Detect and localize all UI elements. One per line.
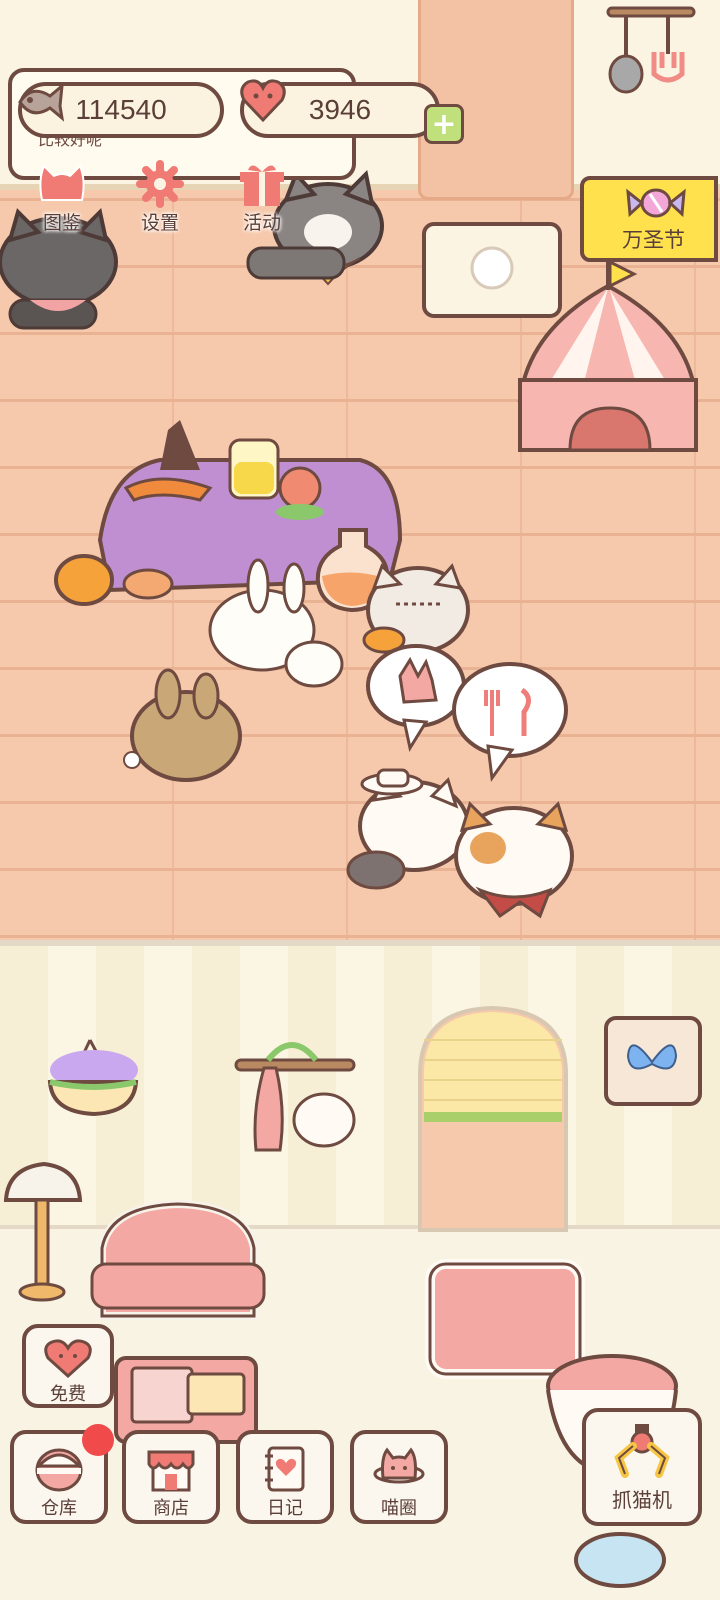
free-hearts-button[interactable]: 免费 bbox=[22, 1324, 114, 1408]
collection-label: 图鉴 bbox=[42, 212, 81, 234]
collection-button[interactable]: 图鉴 bbox=[22, 160, 102, 235]
claw-machine-label: 抓猫机 bbox=[612, 1488, 672, 1512]
cat-head-icon bbox=[39, 164, 85, 201]
shop-button[interactable]: 商店 bbox=[122, 1430, 220, 1524]
hat-cat-icon bbox=[346, 768, 470, 890]
lavender-pot-icon bbox=[47, 1039, 139, 1117]
wall-frame-icon bbox=[422, 222, 562, 318]
settings-button[interactable]: 设置 bbox=[120, 160, 200, 235]
upper-room[interactable]: 比较好呢 114540 3946 + 图鉴 设置 活动 万圣节 bbox=[0, 0, 720, 940]
calico-cat-icon bbox=[454, 801, 574, 919]
food-speech-bubble-icon bbox=[452, 662, 568, 782]
add-hearts-button[interactable]: + bbox=[424, 104, 464, 144]
events-button[interactable]: 活动 bbox=[222, 160, 302, 235]
heart-value: 3946 bbox=[308, 94, 372, 125]
paw-speech-bubble-icon bbox=[366, 644, 466, 752]
towel-rack-icon bbox=[234, 1042, 356, 1152]
candy-icon bbox=[626, 188, 686, 218]
warehouse-label: 仓库 bbox=[41, 1498, 77, 1519]
shop-label: 商店 bbox=[153, 1498, 189, 1519]
diary-button[interactable]: 日记 bbox=[236, 1430, 334, 1524]
claw-machine-button[interactable]: 抓猫机 bbox=[582, 1408, 702, 1526]
cat-planet-icon bbox=[373, 1447, 425, 1484]
events-label: 活动 bbox=[242, 212, 281, 234]
cat-circle-button[interactable]: 喵圈 bbox=[350, 1430, 448, 1524]
window-icon bbox=[418, 1005, 568, 1232]
pink-rug-icon bbox=[425, 1259, 585, 1379]
halloween-event-label: 万圣节 bbox=[622, 228, 685, 252]
butterfly-frame-icon bbox=[604, 1016, 702, 1106]
notification-dot bbox=[82, 1424, 114, 1456]
free-label: 免费 bbox=[50, 1384, 86, 1405]
mummy-cat-icon bbox=[362, 563, 470, 654]
diary-label: 日记 bbox=[267, 1498, 303, 1519]
storage-jar-icon bbox=[35, 1448, 83, 1492]
cat-circle-label: 喵圈 bbox=[381, 1498, 417, 1519]
diary-icon bbox=[265, 1446, 305, 1492]
settings-label: 设置 bbox=[140, 212, 179, 234]
fish-coin-value: 114540 bbox=[75, 94, 167, 125]
claw-icon bbox=[614, 1424, 670, 1478]
heart-counter[interactable]: 3946 bbox=[240, 79, 440, 138]
heart-face-icon bbox=[44, 1339, 92, 1378]
gift-icon bbox=[240, 165, 284, 206]
fish-coin-counter[interactable]: 114540 bbox=[18, 82, 224, 138]
heart-icon bbox=[240, 79, 286, 123]
fish-icon bbox=[18, 82, 65, 122]
gear-icon bbox=[136, 160, 184, 208]
brown-bunny-icon bbox=[123, 668, 242, 782]
pink-sofa-icon bbox=[90, 1199, 266, 1320]
lamp-icon bbox=[3, 1161, 83, 1302]
halloween-event-button[interactable]: 万圣节 bbox=[580, 176, 718, 262]
shop-icon bbox=[147, 1450, 195, 1492]
